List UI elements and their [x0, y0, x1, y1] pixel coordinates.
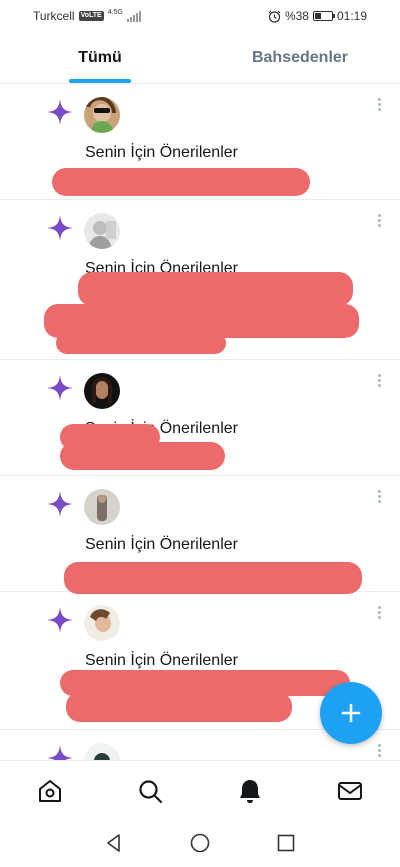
- network-type: 4.5G: [107, 8, 123, 16]
- item-title: Senin İçin Önerilenler: [85, 144, 238, 161]
- redacted-content: [64, 562, 362, 594]
- battery-icon: [312, 11, 335, 21]
- sparkle-icon: [47, 215, 73, 241]
- item-title: Senin İçin Önerilenler: [85, 652, 238, 669]
- avatar[interactable]: [84, 489, 120, 525]
- plus-icon: [341, 703, 361, 723]
- signal-icon: [126, 10, 141, 22]
- redacted-content: [78, 272, 353, 306]
- avatar[interactable]: [84, 213, 120, 249]
- sparkle-icon: [47, 99, 73, 125]
- tab-mentions[interactable]: Bahsedenler: [240, 32, 360, 84]
- status-right: %38 01:19: [268, 9, 367, 23]
- compose-button[interactable]: [320, 682, 382, 744]
- more-options-icon[interactable]: [376, 490, 382, 506]
- sparkle-icon: [47, 607, 73, 633]
- alarm-icon: [268, 10, 281, 23]
- more-options-icon[interactable]: [376, 98, 382, 114]
- carrier-name: Turkcell: [33, 9, 75, 23]
- avatar[interactable]: [84, 373, 120, 409]
- more-options-icon[interactable]: [376, 606, 382, 622]
- notification-item[interactable]: Senin İçin Önerilenler: [0, 360, 400, 476]
- notification-item[interactable]: Senin İçin Önerilenler: [0, 84, 400, 200]
- tab-bar: Tümü Bahsedenler: [0, 32, 400, 84]
- home-icon[interactable]: [36, 777, 64, 805]
- status-bar: Turkcell VoLTE 4.5G %38 01:19: [0, 0, 400, 32]
- redacted-content: [52, 168, 310, 196]
- more-options-icon[interactable]: [376, 744, 382, 760]
- mail-icon[interactable]: [336, 777, 364, 805]
- redacted-content: [56, 332, 226, 354]
- bottom-navigation: [0, 760, 400, 820]
- avatar[interactable]: [84, 743, 120, 760]
- more-options-icon[interactable]: [376, 214, 382, 230]
- sparkle-icon: [47, 375, 73, 401]
- more-options-icon[interactable]: [376, 374, 382, 390]
- back-icon[interactable]: [103, 832, 125, 854]
- clock: 01:19: [336, 9, 367, 23]
- sparkle-icon: [47, 491, 73, 517]
- sparkle-icon: [47, 745, 73, 760]
- avatar[interactable]: [84, 97, 120, 133]
- battery-percent: %38: [284, 9, 309, 23]
- recents-icon[interactable]: [275, 832, 297, 854]
- redacted-content: [66, 692, 292, 722]
- notification-item[interactable]: Senin İçin Önerilenler: [0, 476, 400, 594]
- volte-badge: VoLTE: [78, 11, 104, 21]
- system-navigation-bar: [0, 820, 400, 867]
- status-left: Turkcell VoLTE 4.5G: [33, 9, 141, 23]
- avatar[interactable]: [84, 605, 120, 641]
- tab-all[interactable]: Tümü: [50, 32, 150, 84]
- search-icon[interactable]: [136, 777, 164, 805]
- item-title: Senin İçin Önerilenler: [85, 536, 238, 553]
- redacted-content: [60, 442, 225, 470]
- bell-icon[interactable]: [236, 777, 264, 805]
- notification-item[interactable]: Senin İçin Önerilenler: [0, 200, 400, 360]
- active-tab-indicator: [69, 79, 131, 83]
- home-circle-icon[interactable]: [189, 832, 211, 854]
